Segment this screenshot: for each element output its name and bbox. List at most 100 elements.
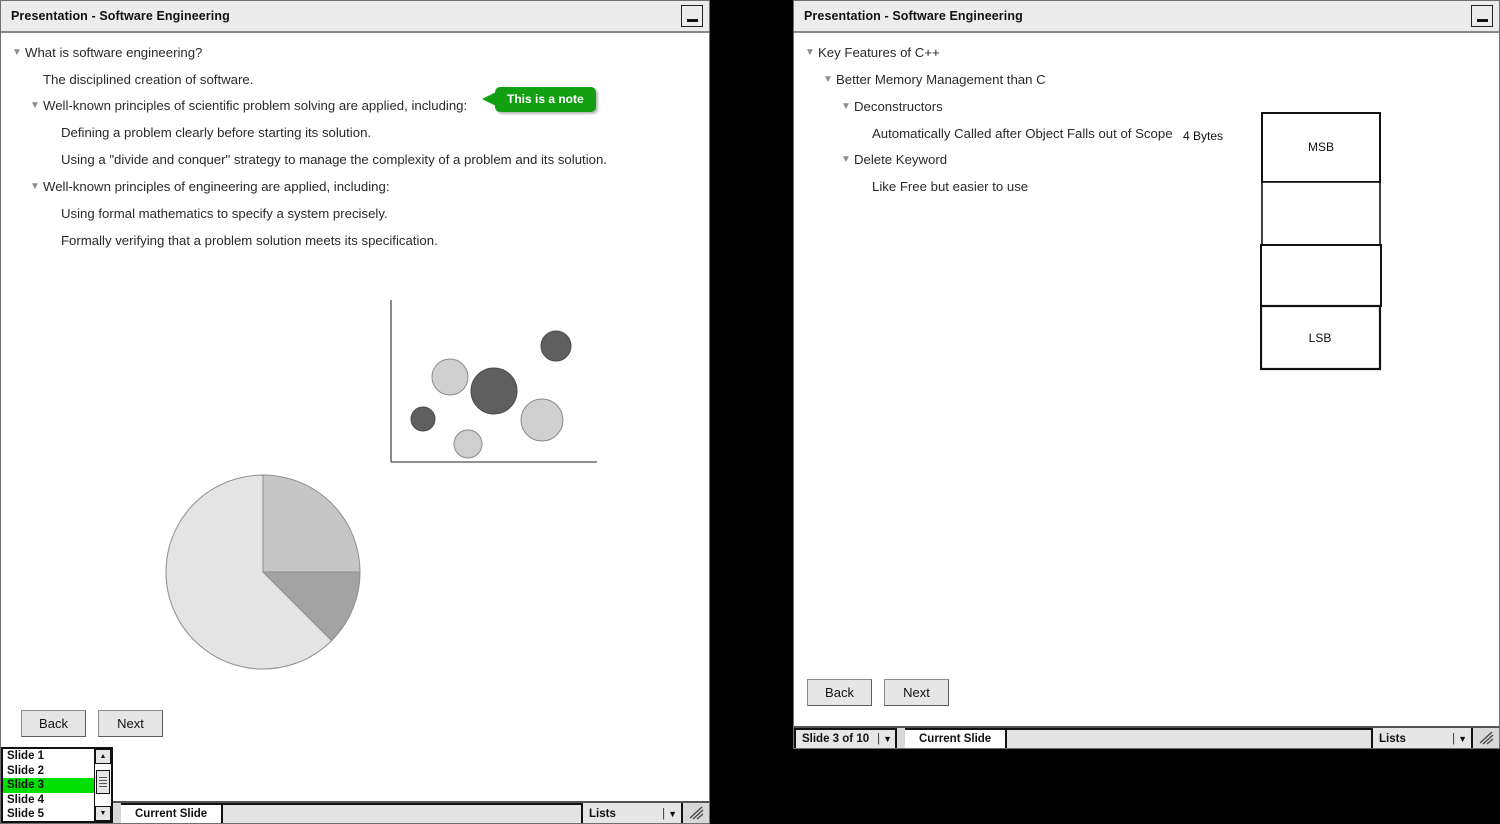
outline-item[interactable]: Using formal mathematics to specify a sy… <box>1 200 709 227</box>
expand-triangle-icon[interactable]: ▼ <box>27 178 43 196</box>
expand-triangle-icon[interactable]: ▼ <box>27 97 43 115</box>
slide-canvas-right: ▼ Key Features of C++ ▼ Better Memory Ma… <box>794 33 1499 726</box>
slide-canvas-left: ▼ What is software engineering? The disc… <box>1 33 709 801</box>
next-button[interactable]: Next <box>884 679 949 706</box>
statusbar-gap <box>113 803 121 823</box>
scroll-down-arrow-icon[interactable]: ▼ <box>95 806 111 821</box>
combo-separator: | <box>662 808 666 820</box>
thumb-ridge <box>99 777 107 778</box>
minimize-bar <box>1476 19 1488 22</box>
thumb-ridge <box>99 780 107 781</box>
expand-triangle-icon[interactable]: ▼ <box>838 151 854 169</box>
scrollbar-track[interactable] <box>95 764 111 806</box>
memory-cell <box>1261 181 1381 246</box>
resize-grip-icon[interactable] <box>683 803 709 823</box>
expand-triangle-icon[interactable]: ▼ <box>838 98 854 116</box>
note-text: This is a note <box>507 92 584 106</box>
slide-list-item[interactable]: Slide 4 <box>3 793 94 808</box>
window-left: Presentation - Software Engineering ▼ Wh… <box>0 0 710 824</box>
back-button[interactable]: Back <box>807 679 872 706</box>
statusbar-panel: Current Slide Lists | ▼ <box>905 728 1473 748</box>
minimize-icon[interactable] <box>681 5 703 27</box>
lists-dropdown[interactable]: Lists | ▼ <box>1371 728 1471 748</box>
outline-text: Automatically Called after Object Falls … <box>872 125 1173 141</box>
slide-list-item[interactable]: Slide 5 <box>3 807 94 822</box>
outline-item[interactable]: ▼ Delete Keyword <box>794 147 1499 174</box>
expand-triangle-icon[interactable]: ▼ <box>802 44 818 62</box>
window-title-right: Presentation - Software Engineering <box>804 9 1023 23</box>
nav-buttons-right: Back Next <box>807 679 949 706</box>
bubble-point <box>453 429 483 459</box>
outline-right: ▼ Key Features of C++ ▼ Better Memory Ma… <box>794 39 1499 201</box>
memory-cell <box>1260 244 1382 307</box>
outline-item[interactable]: ▼ Well-known principles of scientific pr… <box>1 93 709 120</box>
memory-diagram: MSB LSB <box>1260 112 1382 371</box>
outline-text: Delete Keyword <box>854 152 948 168</box>
slide-list-items: Slide 1 Slide 2 Slide 3 Slide 4 Slide 5 <box>3 749 94 821</box>
minimize-icon[interactable] <box>1471 5 1493 27</box>
bubble-point <box>470 367 518 415</box>
combo-separator: | <box>1452 733 1456 745</box>
lists-value: Lists <box>1379 733 1406 745</box>
back-button[interactable]: Back <box>21 710 86 737</box>
bubble-point <box>431 358 469 396</box>
scroll-up-arrow-icon[interactable]: ▲ <box>95 749 111 764</box>
outline-left: ▼ What is software engineering? The disc… <box>1 39 709 254</box>
titlebar-right: Presentation - Software Engineering <box>794 1 1499 33</box>
chevron-down-icon[interactable]: ▼ <box>1458 734 1467 744</box>
slide-list-item-selected[interactable]: Slide 3 <box>3 778 94 793</box>
scrollbar-thumb[interactable] <box>96 770 110 794</box>
expand-triangle-icon[interactable]: ▼ <box>820 71 836 89</box>
note-callout[interactable]: This is a note <box>482 87 596 112</box>
outline-item[interactable]: ▼ Key Features of C++ <box>794 39 1499 66</box>
current-slide-label[interactable]: Current Slide <box>121 805 224 823</box>
memory-size-label: 4 Bytes <box>1183 129 1223 143</box>
bubble-point <box>520 398 564 442</box>
memory-size-text: 4 Bytes <box>1183 129 1224 143</box>
statusbar-right: Slide 3 of 10 | ▼ Current Slide Lists | … <box>794 726 1499 748</box>
outline-item[interactable]: ▼ What is software engineering? <box>1 39 709 66</box>
chevron-down-icon[interactable]: ▼ <box>668 809 677 819</box>
window-title-left: Presentation - Software Engineering <box>11 9 230 23</box>
slide-list-scrollbar[interactable]: ▲ ▼ <box>94 749 111 821</box>
outline-item[interactable]: ▼ Well-known principles of engineering a… <box>1 173 709 200</box>
resize-grip-icon[interactable] <box>1473 728 1499 748</box>
outline-text: Deconstructors <box>854 98 943 114</box>
thumb-ridge <box>99 786 107 787</box>
slide-selector-dropdown[interactable]: Slide 3 of 10 | ▼ <box>794 728 897 748</box>
outline-text: Well-known principles of engineering are… <box>43 178 390 194</box>
slide-list-item[interactable]: Slide 1 <box>3 749 94 764</box>
outline-item[interactable]: Formally verifying that a problem soluti… <box>1 227 709 254</box>
slide-list-panel[interactable]: Slide 1 Slide 2 Slide 3 Slide 4 Slide 5 … <box>1 747 113 823</box>
outline-item[interactable]: Automatically Called after Object Falls … <box>794 120 1499 147</box>
outline-item[interactable]: Using a "divide and conquer" strategy to… <box>1 147 709 174</box>
window-right: Presentation - Software Engineering ▼ Ke… <box>793 0 1500 749</box>
statusbar-panel: Current Slide Lists | ▼ <box>121 803 683 823</box>
statusbar-gap <box>897 728 905 748</box>
chevron-down-icon[interactable]: ▼ <box>883 734 892 744</box>
memory-cell-label-msb: MSB <box>1308 140 1334 154</box>
lists-value: Lists <box>589 808 616 820</box>
outline-text: The disciplined creation of software. <box>43 71 254 87</box>
bubble-point <box>540 330 572 362</box>
outline-item[interactable]: The disciplined creation of software. <box>1 66 709 93</box>
next-button[interactable]: Next <box>98 710 163 737</box>
memory-cell-label-lsb: LSB <box>1309 331 1332 345</box>
outline-text: Using formal mathematics to specify a sy… <box>61 205 388 221</box>
outline-item[interactable]: Defining a problem clearly before starti… <box>1 120 709 147</box>
pie-slice <box>262 474 361 573</box>
outline-item[interactable]: ▼ Deconstructors <box>794 93 1499 120</box>
current-slide-label[interactable]: Current Slide <box>905 730 1008 748</box>
lists-dropdown[interactable]: Lists | ▼ <box>581 803 681 823</box>
pie-chart <box>165 474 361 670</box>
outline-item[interactable]: Like Free but easier to use <box>794 174 1499 201</box>
slide-selector-value: Slide 3 of 10 <box>802 733 870 745</box>
expand-triangle-icon[interactable]: ▼ <box>9 44 25 62</box>
desktop: Presentation - Software Engineering ▼ Wh… <box>0 0 1500 824</box>
outline-item[interactable]: ▼ Better Memory Management than C <box>794 66 1499 93</box>
combo-separator: | <box>877 733 881 745</box>
titlebar-left: Presentation - Software Engineering <box>1 1 709 33</box>
slide-list-item[interactable]: Slide 2 <box>3 764 94 779</box>
outline-text: What is software engineering? <box>25 44 203 60</box>
outline-text: Like Free but easier to use <box>872 179 1029 195</box>
